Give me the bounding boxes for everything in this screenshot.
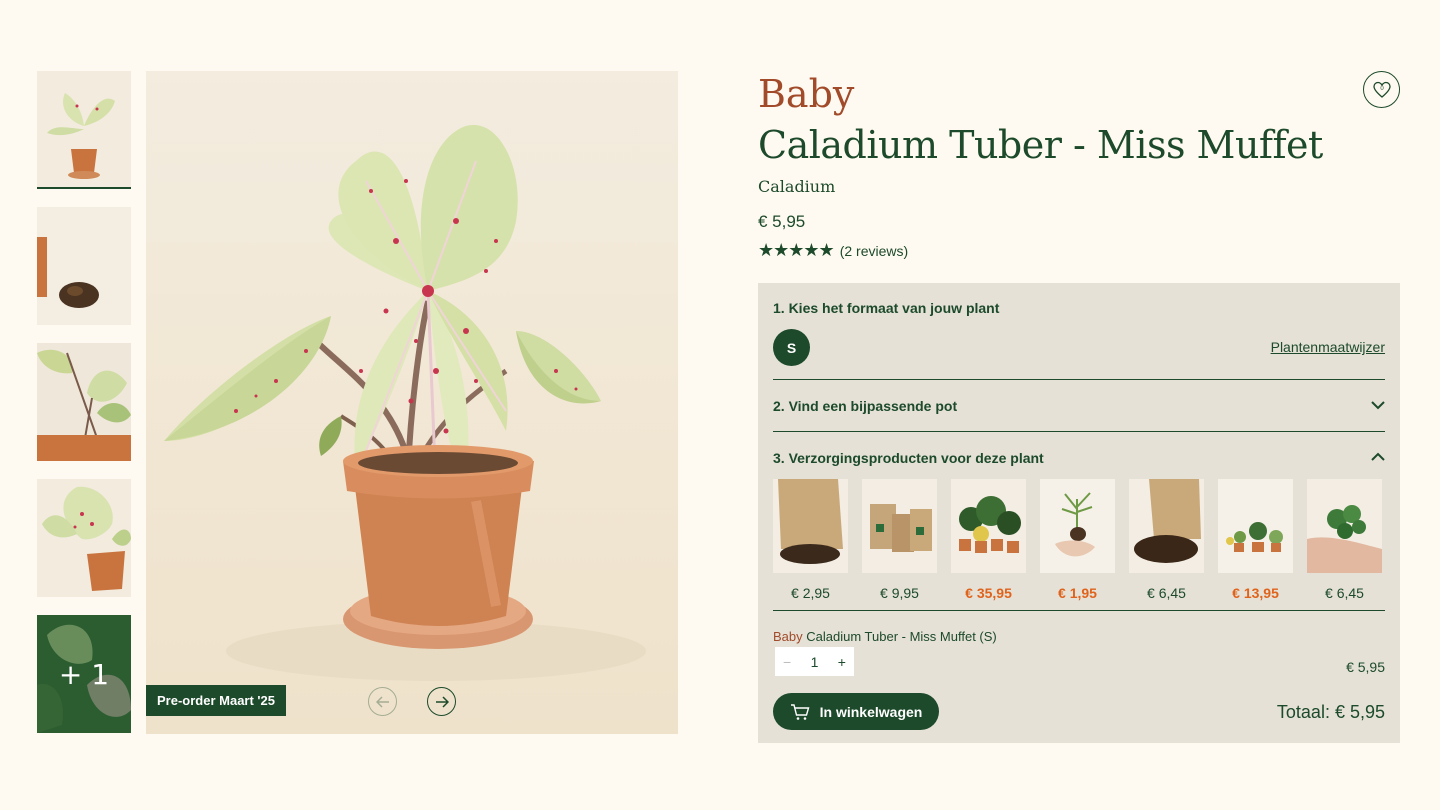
tuber-thumbnail-image <box>37 207 131 325</box>
potting-soil-image <box>1129 479 1204 573</box>
cart-icon <box>790 703 810 720</box>
care-product-3[interactable]: € 35,95 <box>951 479 1026 601</box>
plant-thumbnail-image <box>37 71 131 187</box>
more-images-label: + 1 <box>37 615 131 733</box>
next-image-button[interactable] <box>427 687 456 716</box>
step-care-title: 3. Verzorgingsproducten voor deze plant <box>773 450 1044 466</box>
thumbnail-1[interactable] <box>37 71 131 189</box>
caladium-plant-illustration <box>164 124 646 681</box>
care-product-price: € 35,95 <box>965 585 1012 601</box>
size-option-s[interactable]: S <box>773 329 810 366</box>
plant-set-image <box>951 479 1026 573</box>
summary-product-name: Baby Caladium Tuber - Miss Muffet (S) <box>773 629 997 644</box>
thumbnail-4[interactable] <box>37 479 131 597</box>
product-latin-name: Caladium <box>758 177 836 196</box>
step-pot[interactable]: 2. Vind een bijpassende pot <box>773 380 1385 432</box>
product-title: Caladium Tuber - Miss Muffet <box>758 123 1323 167</box>
leaf-thumbnail-image <box>37 479 131 597</box>
thumbnail-list: + 1 <box>37 71 131 751</box>
chevron-up-icon[interactable] <box>1371 452 1385 462</box>
thumbnail-3[interactable] <box>37 343 131 461</box>
nutrition-pack-image <box>862 479 937 573</box>
product-prefix: Baby <box>758 72 855 116</box>
care-product-list: € 2,95 € 9,95 € 35,95 € 1,95 € 6,45 € 13… <box>773 479 1382 601</box>
chevron-down-icon <box>1371 401 1385 410</box>
review-count: (2 reviews) <box>839 242 909 259</box>
summary-name: Caladium Tuber - Miss Muffet (S) <box>806 629 997 644</box>
product-info: Baby Caladium Tuber - Miss Muffet Caladi… <box>758 70 1400 261</box>
step-care-products: 3. Verzorgingsproducten voor deze plant … <box>773 432 1385 611</box>
summary-prefix: Baby <box>773 629 803 644</box>
wishlist-button[interactable]: 0 <box>1363 71 1400 108</box>
quantity-increase-button[interactable]: + <box>838 654 846 670</box>
step-pot-title: 2. Vind een bijpassende pot <box>773 398 958 414</box>
quantity-value[interactable]: 1 <box>811 654 819 670</box>
pilea-cutting-image <box>1307 479 1382 573</box>
step-size: 1. Kies het formaat van jouw plant S Pla… <box>773 283 1385 380</box>
care-product-price: € 6,45 <box>1147 585 1186 601</box>
thumbnail-more[interactable]: + 1 <box>37 615 131 733</box>
care-product-5[interactable]: € 6,45 <box>1129 479 1204 601</box>
product-price: € 5,95 <box>758 212 806 231</box>
summary-line-price: € 5,95 <box>1346 659 1385 675</box>
previous-image-button[interactable] <box>368 687 397 716</box>
soil-bag-image <box>773 479 848 573</box>
quantity-decrease-button[interactable]: − <box>783 654 791 670</box>
seedling-image <box>1040 479 1115 573</box>
care-product-price: € 1,95 <box>1058 585 1097 601</box>
arrow-left-icon <box>375 695 389 708</box>
step-size-title: 1. Kies het formaat van jouw plant <box>773 300 1000 316</box>
size-guide-link[interactable]: Plantenmaatwijzer <box>1271 339 1385 355</box>
care-product-price: € 6,45 <box>1325 585 1364 601</box>
arrow-right-icon <box>435 695 449 708</box>
total-price: Totaal: € 5,95 <box>1276 702 1385 722</box>
main-product-image <box>146 71 678 734</box>
care-product-1[interactable]: € 2,95 <box>773 479 848 601</box>
thumbnail-2[interactable] <box>37 207 131 325</box>
care-product-price: € 2,95 <box>791 585 830 601</box>
care-product-7[interactable]: € 6,45 <box>1307 479 1382 601</box>
care-product-price: € 13,95 <box>1232 585 1279 601</box>
order-summary: Baby Caladium Tuber - Miss Muffet (S) − … <box>773 611 1385 741</box>
svg-text:0: 0 <box>1380 86 1384 92</box>
quantity-stepper: − 1 + <box>775 647 854 676</box>
add-to-cart-button[interactable]: In winkelwagen <box>773 693 939 730</box>
care-product-4[interactable]: € 1,95 <box>1040 479 1115 601</box>
star-rating-icon: ★★★★★ <box>758 240 835 260</box>
product-rating[interactable]: ★★★★★ (2 reviews) <box>758 240 1400 261</box>
mini-plants-image <box>1218 479 1293 573</box>
care-product-price: € 9,95 <box>880 585 919 601</box>
closeup-thumbnail-image <box>37 343 131 461</box>
product-configurator: 1. Kies het formaat van jouw plant S Pla… <box>758 283 1400 743</box>
heart-icon: 0 <box>1372 81 1391 98</box>
preorder-badge: Pre-order Maart '25 <box>146 685 286 716</box>
add-to-cart-label: In winkelwagen <box>819 703 923 720</box>
care-product-6[interactable]: € 13,95 <box>1218 479 1293 601</box>
care-product-2[interactable]: € 9,95 <box>862 479 937 601</box>
